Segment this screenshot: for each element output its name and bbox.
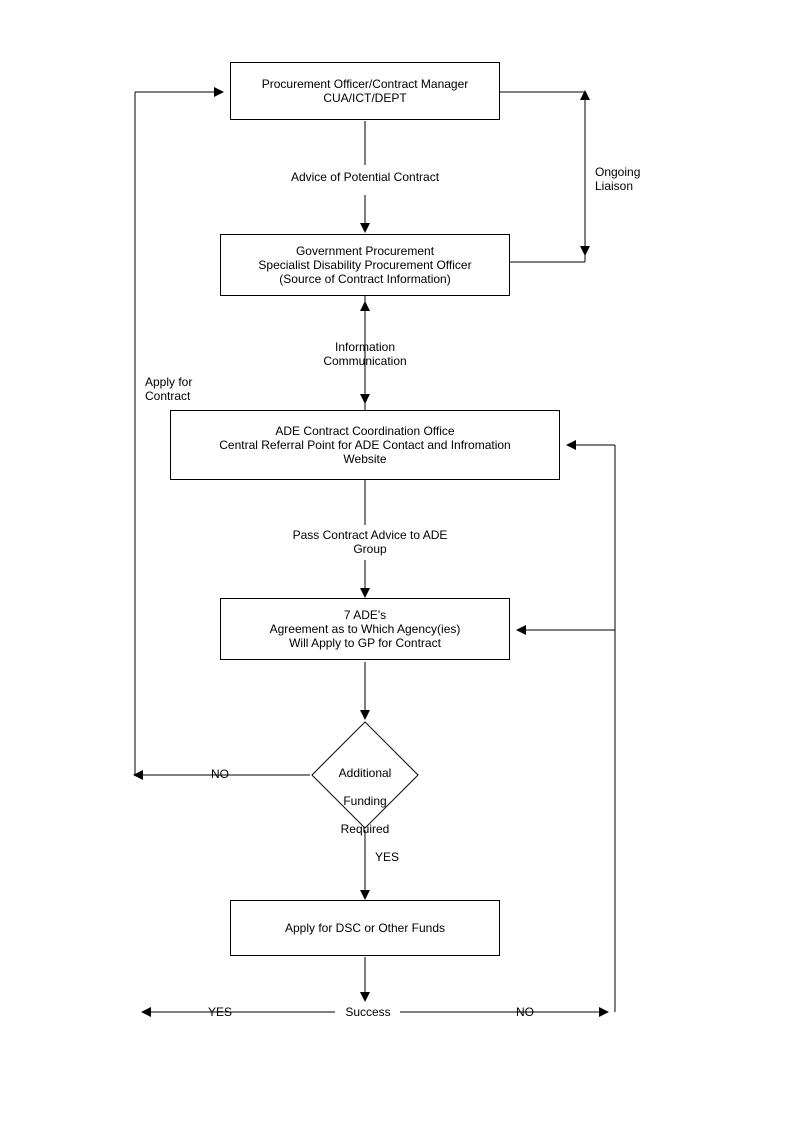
label-success: Success [338, 1005, 398, 1019]
label-no-right: NO [510, 1005, 540, 1019]
label-pass-contract: Pass Contract Advice to ADE Group [270, 528, 470, 556]
box2-line2: Specialist Disability Procurement Office… [258, 258, 471, 272]
label-yes-left: YES [200, 1005, 240, 1019]
box-7-ades: 7 ADE's Agreement as to Which Agency(ies… [220, 598, 510, 660]
box4-line3: Will Apply to GP for Contract [289, 636, 441, 650]
box-ade-coordination: ADE Contract Coordination Office Central… [170, 410, 560, 480]
decision-line3: Required [315, 822, 415, 836]
label-apply-for-contract: Apply for Contract [145, 375, 215, 403]
box2-line3: (Source of Contract Information) [279, 272, 450, 286]
box5-line1: Apply for DSC or Other Funds [285, 921, 445, 935]
box-apply-dsc: Apply for DSC or Other Funds [230, 900, 500, 956]
decision-line1: Additional [315, 766, 415, 780]
box1-line2: CUA/ICT/DEPT [323, 91, 406, 105]
box-government-procurement: Government Procurement Specialist Disabi… [220, 234, 510, 296]
decision-line2: Funding [315, 794, 415, 808]
box3-line2: Central Referral Point for ADE Contact a… [219, 438, 510, 452]
label-ongoing-liaison: Ongoing Liaison [595, 165, 665, 193]
label-advice-potential: Advice of Potential Contract [270, 170, 460, 184]
flowchart-canvas: Procurement Officer/Contract Manager CUA… [0, 0, 794, 1123]
box3-line1: ADE Contract Coordination Office [275, 424, 454, 438]
label-information-communication: Information Communication [300, 340, 430, 368]
box4-line1: 7 ADE's [344, 608, 386, 622]
box3-line3: Website [343, 452, 386, 466]
box-procurement-officer: Procurement Officer/Contract Manager CUA… [230, 62, 500, 120]
box1-line1: Procurement Officer/Contract Manager [262, 77, 469, 91]
decision-text: Additional Funding Required [315, 752, 415, 850]
box2-line1: Government Procurement [296, 244, 434, 258]
label-yes-below: YES [375, 850, 415, 864]
label-no-left: NO [205, 767, 235, 781]
box4-line2: Agreement as to Which Agency(ies) [270, 622, 461, 636]
